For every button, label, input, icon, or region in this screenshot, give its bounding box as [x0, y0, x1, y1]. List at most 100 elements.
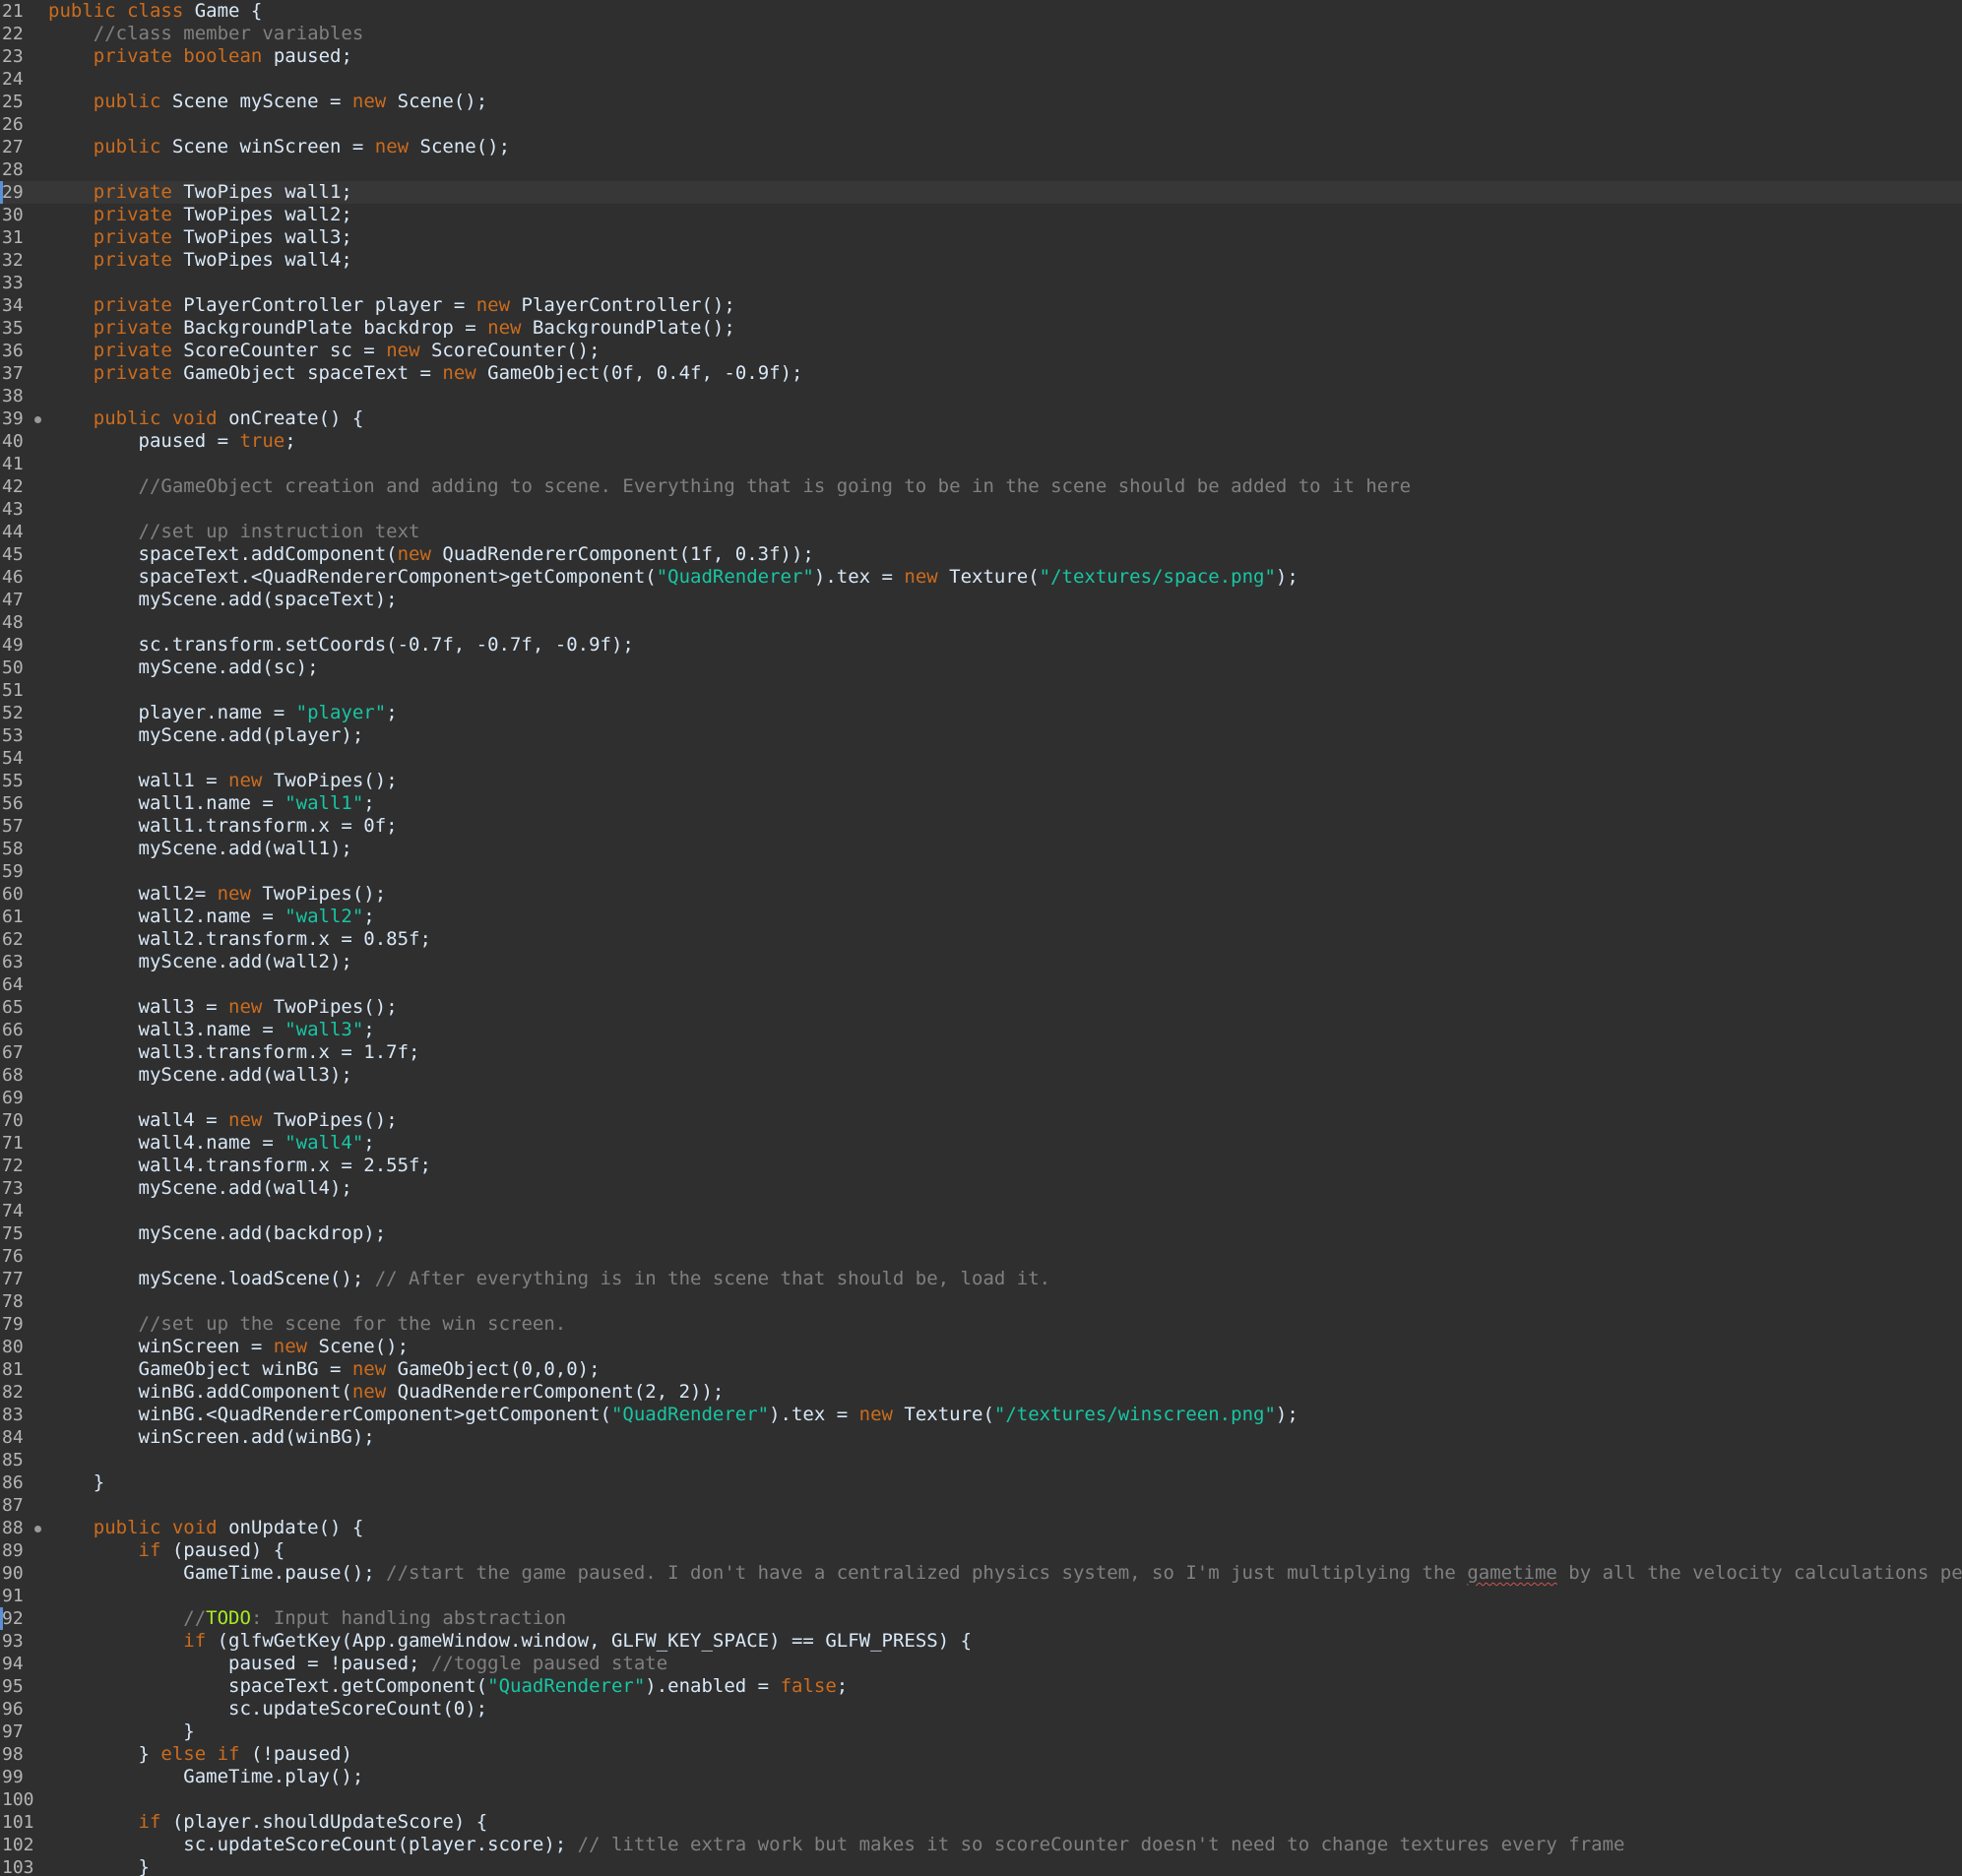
code-text[interactable]: spaceText.addComponent(new QuadRendererC… [48, 543, 814, 566]
code-text[interactable]: } else if (!paused) [48, 1743, 352, 1766]
code-editor[interactable]: 21 public class Game {22 //class member v… [0, 0, 1962, 1876]
code-text[interactable]: private GameObject spaceText = new GameO… [48, 362, 803, 385]
code-text[interactable]: spaceText.getComponent("QuadRenderer").e… [48, 1675, 848, 1698]
code-text[interactable]: myScene.add(player); [48, 724, 364, 747]
code-line-51[interactable]: 51 [0, 679, 1962, 702]
code-text[interactable]: wall1.name = "wall1"; [48, 792, 375, 815]
code-line-90[interactable]: 90 GameTime.pause(); //start the game pa… [0, 1562, 1962, 1585]
code-text[interactable]: myScene.add(spaceText); [48, 589, 398, 611]
code-line-85[interactable]: 85 [0, 1449, 1962, 1471]
code-text[interactable]: private TwoPipes wall1; [48, 181, 352, 204]
code-line-81[interactable]: 81 GameObject winBG = new GameObject(0,0… [0, 1358, 1962, 1381]
code-text[interactable]: //class member variables [48, 23, 364, 45]
code-text[interactable]: wall2= new TwoPipes(); [48, 883, 387, 906]
code-line-89[interactable]: 89 if (paused) { [0, 1539, 1962, 1562]
code-line-82[interactable]: 82 winBG.addComponent(new QuadRendererCo… [0, 1381, 1962, 1404]
code-text[interactable]: sc.transform.setCoords(-0.7f, -0.7f, -0.… [48, 634, 634, 657]
code-text[interactable]: private boolean paused; [48, 45, 352, 68]
code-text[interactable]: wall3 = new TwoPipes(); [48, 996, 398, 1019]
code-text[interactable]: wall3.name = "wall3"; [48, 1019, 375, 1041]
code-line-35[interactable]: 35 private BackgroundPlate backdrop = ne… [0, 317, 1962, 340]
code-text[interactable]: wall4 = new TwoPipes(); [48, 1109, 398, 1132]
code-text[interactable]: private TwoPipes wall3; [48, 226, 352, 249]
code-line-75[interactable]: 75 myScene.add(backdrop); [0, 1222, 1962, 1245]
code-line-79[interactable]: 79 //set up the scene for the win screen… [0, 1313, 1962, 1336]
code-line-73[interactable]: 73 myScene.add(wall4); [0, 1177, 1962, 1200]
code-line-45[interactable]: 45 spaceText.addComponent(new QuadRender… [0, 543, 1962, 566]
code-line-56[interactable]: 56 wall1.name = "wall1"; [0, 792, 1962, 815]
code-text[interactable]: winBG.addComponent(new QuadRendererCompo… [48, 1381, 725, 1404]
code-line-76[interactable]: 76 [0, 1245, 1962, 1268]
code-line-66[interactable]: 66 wall3.name = "wall3"; [0, 1019, 1962, 1041]
code-line-30[interactable]: 30 private TwoPipes wall2; [0, 204, 1962, 226]
code-line-24[interactable]: 24 [0, 68, 1962, 91]
code-line-74[interactable]: 74 [0, 1200, 1962, 1222]
code-text[interactable]: player.name = "player"; [48, 702, 398, 724]
code-line-32[interactable]: 32 private TwoPipes wall4; [0, 249, 1962, 272]
code-line-58[interactable]: 58 myScene.add(wall1); [0, 838, 1962, 860]
code-line-26[interactable]: 26 [0, 113, 1962, 136]
code-line-44[interactable]: 44 //set up instruction text [0, 521, 1962, 543]
code-line-70[interactable]: 70 wall4 = new TwoPipes(); [0, 1109, 1962, 1132]
code-line-48[interactable]: 48 [0, 611, 1962, 634]
code-line-88[interactable]: 88 public void onUpdate() { [0, 1517, 1962, 1539]
code-line-53[interactable]: 53 myScene.add(player); [0, 724, 1962, 747]
code-text[interactable]: winScreen = new Scene(); [48, 1336, 410, 1358]
code-line-91[interactable]: 91 [0, 1585, 1962, 1607]
code-text[interactable]: wall4.transform.x = 2.55f; [48, 1155, 431, 1177]
code-line-29[interactable]: 29 private TwoPipes wall1; [0, 181, 1962, 204]
code-line-61[interactable]: 61 wall2.name = "wall2"; [0, 906, 1962, 928]
code-text[interactable]: myScene.add(wall1); [48, 838, 352, 860]
code-text[interactable]: GameTime.play(); [48, 1766, 363, 1788]
code-text[interactable]: GameTime.pause(); //start the game pause… [48, 1562, 1962, 1585]
code-text[interactable]: paused = !paused; //toggle paused state [48, 1653, 667, 1675]
code-line-62[interactable]: 62 wall2.transform.x = 0.85f; [0, 928, 1962, 951]
code-text[interactable]: myScene.add(sc); [48, 657, 319, 679]
code-text[interactable]: } [48, 1856, 150, 1876]
code-text[interactable]: //set up instruction text [48, 521, 420, 543]
code-line-102[interactable]: 102 sc.updateScoreCount(player.score); /… [0, 1834, 1962, 1856]
code-text[interactable]: myScene.add(backdrop); [48, 1222, 387, 1245]
code-line-80[interactable]: 80 winScreen = new Scene(); [0, 1336, 1962, 1358]
code-text[interactable]: public Scene winScreen = new Scene(); [48, 136, 510, 158]
code-line-99[interactable]: 99 GameTime.play(); [0, 1766, 1962, 1788]
code-line-59[interactable]: 59 [0, 860, 1962, 883]
code-line-57[interactable]: 57 wall1.transform.x = 0f; [0, 815, 1962, 838]
code-text[interactable]: if (player.shouldUpdateScore) { [48, 1811, 488, 1834]
code-line-60[interactable]: 60 wall2= new TwoPipes(); [0, 883, 1962, 906]
code-line-33[interactable]: 33 [0, 272, 1962, 294]
code-text[interactable]: public void onUpdate() { [48, 1517, 364, 1539]
code-text[interactable]: myScene.add(wall4); [48, 1177, 352, 1200]
code-line-23[interactable]: 23 private boolean paused; [0, 45, 1962, 68]
code-line-101[interactable]: 101 if (player.shouldUpdateScore) { [0, 1811, 1962, 1834]
code-line-63[interactable]: 63 myScene.add(wall2); [0, 951, 1962, 973]
code-line-71[interactable]: 71 wall4.name = "wall4"; [0, 1132, 1962, 1155]
code-text[interactable]: public void onCreate() { [48, 407, 364, 430]
code-text[interactable]: GameObject winBG = new GameObject(0,0,0)… [48, 1358, 601, 1381]
code-line-43[interactable]: 43 [0, 498, 1962, 521]
code-line-52[interactable]: 52 player.name = "player"; [0, 702, 1962, 724]
code-line-40[interactable]: 40 paused = true; [0, 430, 1962, 453]
code-line-94[interactable]: 94 paused = !paused; //toggle paused sta… [0, 1653, 1962, 1675]
code-line-103[interactable]: 103 } [0, 1856, 1962, 1876]
code-line-38[interactable]: 38 [0, 385, 1962, 407]
code-text[interactable]: sc.updateScoreCount(0); [48, 1698, 487, 1720]
code-line-64[interactable]: 64 [0, 973, 1962, 996]
code-text[interactable]: //set up the scene for the win screen. [48, 1313, 567, 1336]
code-text[interactable]: private BackgroundPlate backdrop = new B… [48, 317, 735, 340]
code-line-69[interactable]: 69 [0, 1087, 1962, 1109]
code-text[interactable]: myScene.loadScene(); // After everything… [48, 1268, 1051, 1290]
code-text[interactable]: private PlayerController player = new Pl… [48, 294, 735, 317]
code-text[interactable]: spaceText.<QuadRendererComponent>getComp… [48, 566, 1298, 589]
fold-toggle-icon[interactable] [34, 1526, 41, 1532]
code-line-50[interactable]: 50 myScene.add(sc); [0, 657, 1962, 679]
code-text[interactable]: wall3.transform.x = 1.7f; [48, 1041, 420, 1064]
code-text[interactable]: winBG.<QuadRendererComponent>getComponen… [48, 1404, 1298, 1426]
code-line-37[interactable]: 37 private GameObject spaceText = new Ga… [0, 362, 1962, 385]
code-line-97[interactable]: 97 } [0, 1720, 1962, 1743]
code-line-98[interactable]: 98 } else if (!paused) [0, 1743, 1962, 1766]
code-text[interactable]: wall2.name = "wall2"; [48, 906, 375, 928]
code-text[interactable]: wall2.transform.x = 0.85f; [48, 928, 431, 951]
code-text[interactable]: wall1.transform.x = 0f; [48, 815, 398, 838]
code-line-54[interactable]: 54 [0, 747, 1962, 770]
